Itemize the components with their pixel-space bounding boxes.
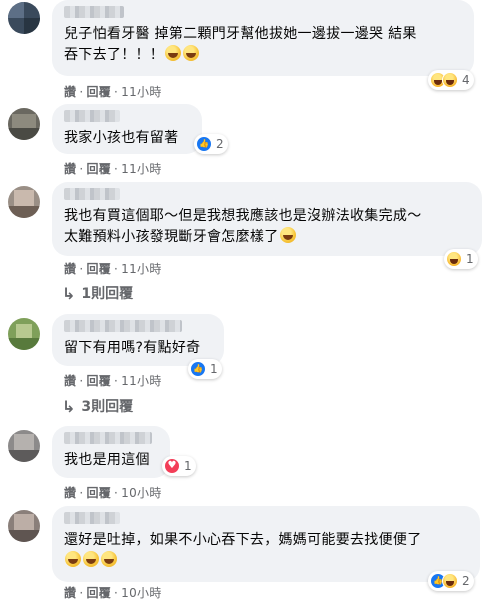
avatar[interactable] [8,430,40,462]
like-link[interactable]: 讚 [64,586,76,600]
avatar[interactable] [8,510,40,542]
like-link[interactable]: 讚 [64,162,76,176]
replies-label: 3則回覆 [81,399,134,415]
haha-icon [446,251,462,267]
commenter-name[interactable] [64,6,124,18]
reaction-summary[interactable]: 4 [428,70,474,90]
view-replies-link[interactable]: ↳ 3則回覆 [62,396,133,416]
rofl-emoji-icon [65,551,81,567]
comment-actions: 讚 · 回覆 · 11小時 [64,262,162,276]
reply-arrow-icon: ↳ [62,283,76,303]
comment-bubble: 我也是用這個 [52,426,170,478]
reaction-count: 1 [466,252,474,266]
timestamp[interactable]: 10小時 [121,486,161,500]
reply-link[interactable]: 回覆 [86,486,111,500]
avatar[interactable] [8,108,40,140]
replies-label: 1則回覆 [81,286,134,302]
timestamp[interactable]: 10小時 [121,586,161,600]
comment-text: 我也有買這個耶～但是我想我應該也是沒辦法收集完成～ 太難預料小孩發現斷牙會怎麼樣… [64,208,422,245]
commenter-name[interactable] [64,188,120,200]
love-icon [164,458,180,474]
like-link[interactable]: 讚 [64,262,76,276]
avatar[interactable] [8,318,40,350]
grin-emoji-icon [183,45,200,61]
timestamp[interactable]: 11小時 [121,162,161,176]
reply-link[interactable]: 回覆 [86,262,111,276]
reply-link[interactable]: 回覆 [86,374,111,388]
reaction-count: 1 [184,459,192,473]
rofl-emoji-icon [83,551,99,567]
reaction-count: 4 [462,73,470,87]
comment-text: 留下有用嗎?有點好奇 [64,340,201,356]
comment-bubble: 還好是吐掉，如果不小心吞下去，媽媽可能要去找便便了 [52,506,480,582]
comment-bubble: 兒子怕看牙醫 掉第二顆門牙幫他拔她一邊拔一邊哭 結果 吞下去了！！！ [52,0,474,76]
haha-icon [442,573,458,589]
commenter-name[interactable] [64,320,182,332]
grin-emoji-icon [279,227,296,243]
view-replies-link[interactable]: ↳ 1則回覆 [62,283,133,303]
reply-link[interactable]: 回覆 [86,586,111,600]
haha-icon [442,72,458,88]
reaction-summary[interactable]: 2 [428,571,474,591]
comment-text: 還好是吐掉，如果不小心吞下去，媽媽可能要去找便便了 [64,532,422,548]
like-link[interactable]: 讚 [64,374,76,388]
avatar[interactable] [8,2,40,34]
comment-text: 我家小孩也有留著 [64,130,179,146]
rofl-emoji-icon [101,551,117,567]
grin-emoji-icon [165,45,182,61]
comment-actions: 讚 · 回覆 · 11小時 [64,85,162,99]
comment-actions: 讚 · 回覆 · 11小時 [64,162,162,176]
like-link[interactable]: 讚 [64,85,76,99]
reaction-count: 1 [210,362,218,376]
reaction-summary[interactable]: 1 [188,359,222,379]
reaction-summary[interactable]: 1 [162,456,196,476]
commenter-name[interactable] [64,432,152,444]
reply-link[interactable]: 回覆 [86,85,111,99]
reaction-summary[interactable]: 1 [444,249,478,269]
comment-actions: 讚 · 回覆 · 11小時 [64,374,162,388]
timestamp[interactable]: 11小時 [121,85,161,99]
commenter-name[interactable] [64,110,120,122]
reply-link[interactable]: 回覆 [86,162,111,176]
comment-text: 兒子怕看牙醫 掉第二顆門牙幫他拔她一邊拔一邊哭 結果 吞下去了！！！ [64,26,417,63]
reply-arrow-icon: ↳ [62,396,76,416]
commenter-name[interactable] [64,512,120,524]
like-icon [190,361,206,377]
timestamp[interactable]: 11小時 [121,374,161,388]
comment-text: 我也是用這個 [64,452,150,468]
reaction-count: 2 [462,574,470,588]
reaction-count: 2 [216,137,224,151]
comment-actions: 讚 · 回覆 · 10小時 [64,486,162,500]
like-icon [196,136,212,152]
comment-actions: 讚 · 回覆 · 10小時 [64,586,162,600]
comment-bubble: 我也有買這個耶～但是我想我應該也是沒辦法收集完成～ 太難預料小孩發現斷牙會怎麼樣… [52,182,482,256]
avatar[interactable] [8,186,40,218]
timestamp[interactable]: 11小時 [121,262,161,276]
comment-bubble: 我家小孩也有留著 [52,104,202,154]
reaction-summary[interactable]: 2 [194,134,228,154]
like-link[interactable]: 讚 [64,486,76,500]
